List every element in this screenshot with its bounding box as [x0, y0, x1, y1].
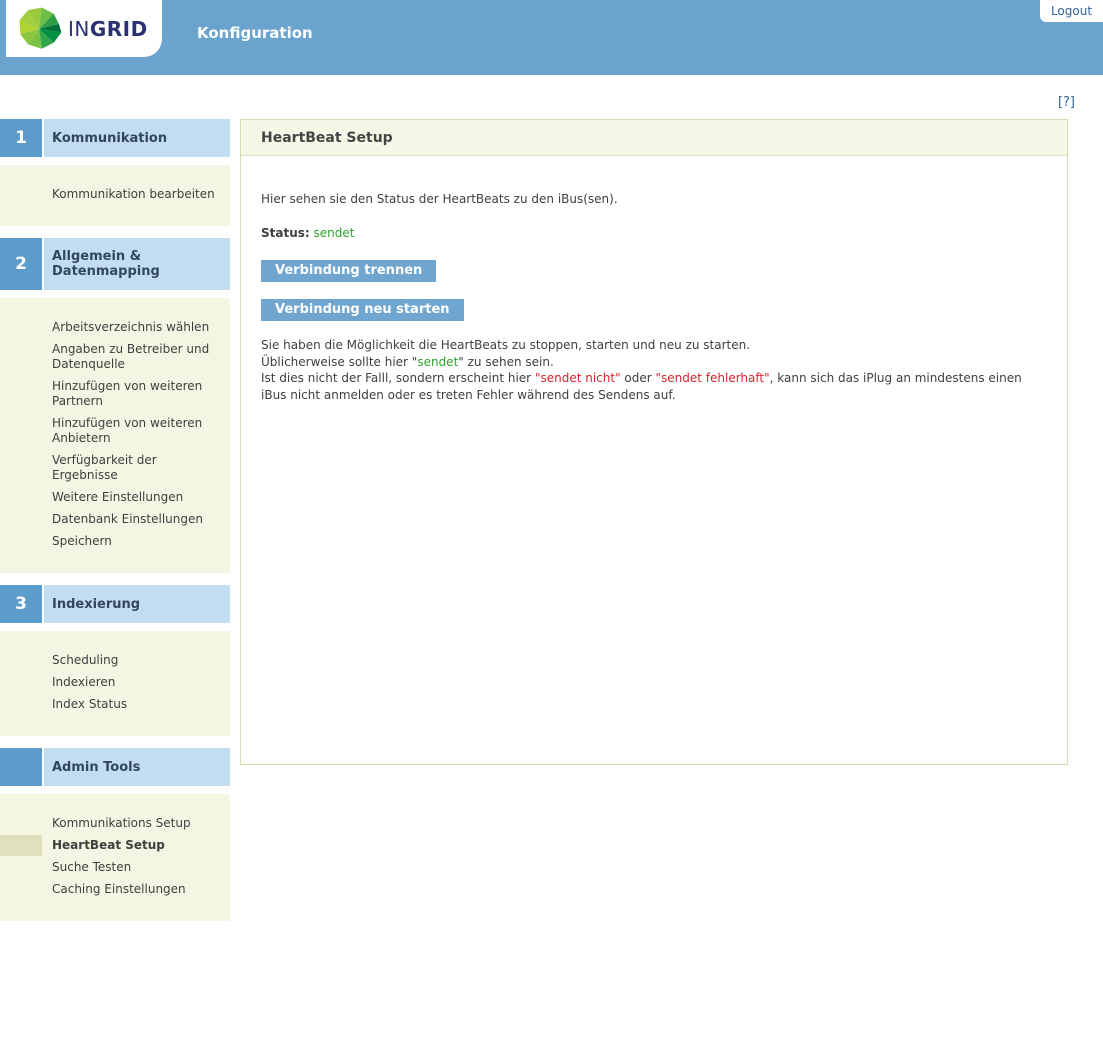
help-link[interactable]: [?] — [1058, 95, 1075, 110]
sidebar-section-admin-tools: Admin Tools Kommunikations Setup HeartBe… — [0, 748, 230, 921]
sidebar-item-datenbank-einstellungen[interactable]: Datenbank Einstellungen — [0, 512, 230, 527]
ingrid-logo: INGRID — [6, 0, 162, 57]
sidebar-item-hinzufuegen-anbietern[interactable]: Hinzufügen von weiteren Anbietern — [0, 416, 230, 446]
status-error-term-1: "sendet nicht" — [534, 371, 621, 385]
status-label: Status: — [261, 226, 310, 240]
sidebar-item-angaben-betreiber-datenquelle[interactable]: Angaben zu Betreiber und Datenquelle — [0, 342, 230, 372]
sidebar-item-weitere-einstellungen[interactable]: Weitere Einstellungen — [0, 490, 230, 505]
section-title-kommunikation: Kommunikation — [44, 119, 230, 157]
section-title-indexierung: Indexierung — [44, 585, 230, 623]
section-title-admin-tools: Admin Tools — [44, 748, 230, 786]
sidebar-section-indexierung: 3 Indexierung Scheduling Indexieren Inde… — [0, 585, 230, 736]
restart-button[interactable]: Verbindung neu starten — [261, 299, 464, 321]
description-line-2-after: " zu sehen sein. — [458, 354, 554, 369]
sidebar-section-kommunikation: 1 Kommunikation Kommunikation bearbeiten — [0, 119, 230, 226]
status-line: Status: sendet — [261, 226, 1047, 240]
page-header-title: Konfiguration — [197, 24, 313, 42]
sidebar-item-verfuegbarkeit-ergebnisse[interactable]: Verfügbarkeit der Ergebnisse — [0, 453, 230, 483]
sidebar-item-speichern[interactable]: Speichern — [0, 534, 230, 549]
sidebar-navigation: 1 Kommunikation Kommunikation bearbeiten… — [0, 119, 230, 933]
description-line-3-before: Ist dies nicht der Falll, sondern ersche… — [261, 371, 535, 385]
section-number-3: 3 — [0, 585, 42, 623]
app-header: INGRID Konfiguration Logout — [0, 0, 1103, 75]
section-number-2: 2 — [0, 238, 42, 290]
ingrid-wordmark: INGRID — [68, 16, 148, 41]
sidebar-item-indexieren[interactable]: Indexieren — [0, 675, 230, 690]
sidebar-item-index-status[interactable]: Index Status — [0, 697, 230, 712]
sidebar-item-caching-einstellungen[interactable]: Caching Einstellungen — [0, 882, 230, 897]
sidebar-item-hinzufuegen-partnern[interactable]: Hinzufügen von weiteren Partnern — [0, 379, 230, 409]
sidebar-item-scheduling[interactable]: Scheduling — [0, 653, 230, 668]
section-title-allgemein-datenmapping: Allgemein & Datenmapping — [44, 238, 230, 290]
section-number-1: 1 — [0, 119, 42, 157]
section-number-admin — [0, 748, 42, 786]
logout-button[interactable]: Logout — [1040, 0, 1103, 22]
page-title: HeartBeat Setup — [241, 120, 1067, 156]
ingrid-gem-icon — [19, 7, 62, 49]
description-line-2-before: Üblicherweise sollte hier " — [261, 354, 418, 369]
help-row: [?] — [0, 75, 1103, 111]
status-ok-term: sendet — [417, 354, 459, 369]
disconnect-button[interactable]: Verbindung trennen — [261, 260, 437, 282]
sidebar-section-allgemein-datenmapping: 2 Allgemein & Datenmapping Arbeitsverzei… — [0, 238, 230, 573]
description-line-3-between: oder — [620, 371, 656, 385]
status-value: sendet — [313, 226, 355, 240]
description-text: Sie haben die Möglichkeit die HeartBeats… — [261, 337, 1047, 403]
content-panel: HeartBeat Setup Hier sehen sie den Statu… — [240, 119, 1068, 765]
description-line-1: Sie haben die Möglichkeit die HeartBeats… — [261, 338, 751, 352]
sidebar-item-kommunikations-setup[interactable]: Kommunikations Setup — [0, 816, 230, 831]
sidebar-item-arbeitsverzeichnis-waehlen[interactable]: Arbeitsverzeichnis wählen — [0, 320, 230, 335]
status-error-term-2: "sendet fehlerhaft" — [655, 371, 770, 385]
sidebar-item-kommunikation-bearbeiten[interactable]: Kommunikation bearbeiten — [0, 187, 230, 202]
sidebar-item-suche-testen[interactable]: Suche Testen — [0, 860, 230, 875]
intro-text: Hier sehen sie den Status der HeartBeats… — [261, 192, 618, 206]
sidebar-item-heartbeat-setup[interactable]: HeartBeat Setup — [0, 835, 230, 856]
